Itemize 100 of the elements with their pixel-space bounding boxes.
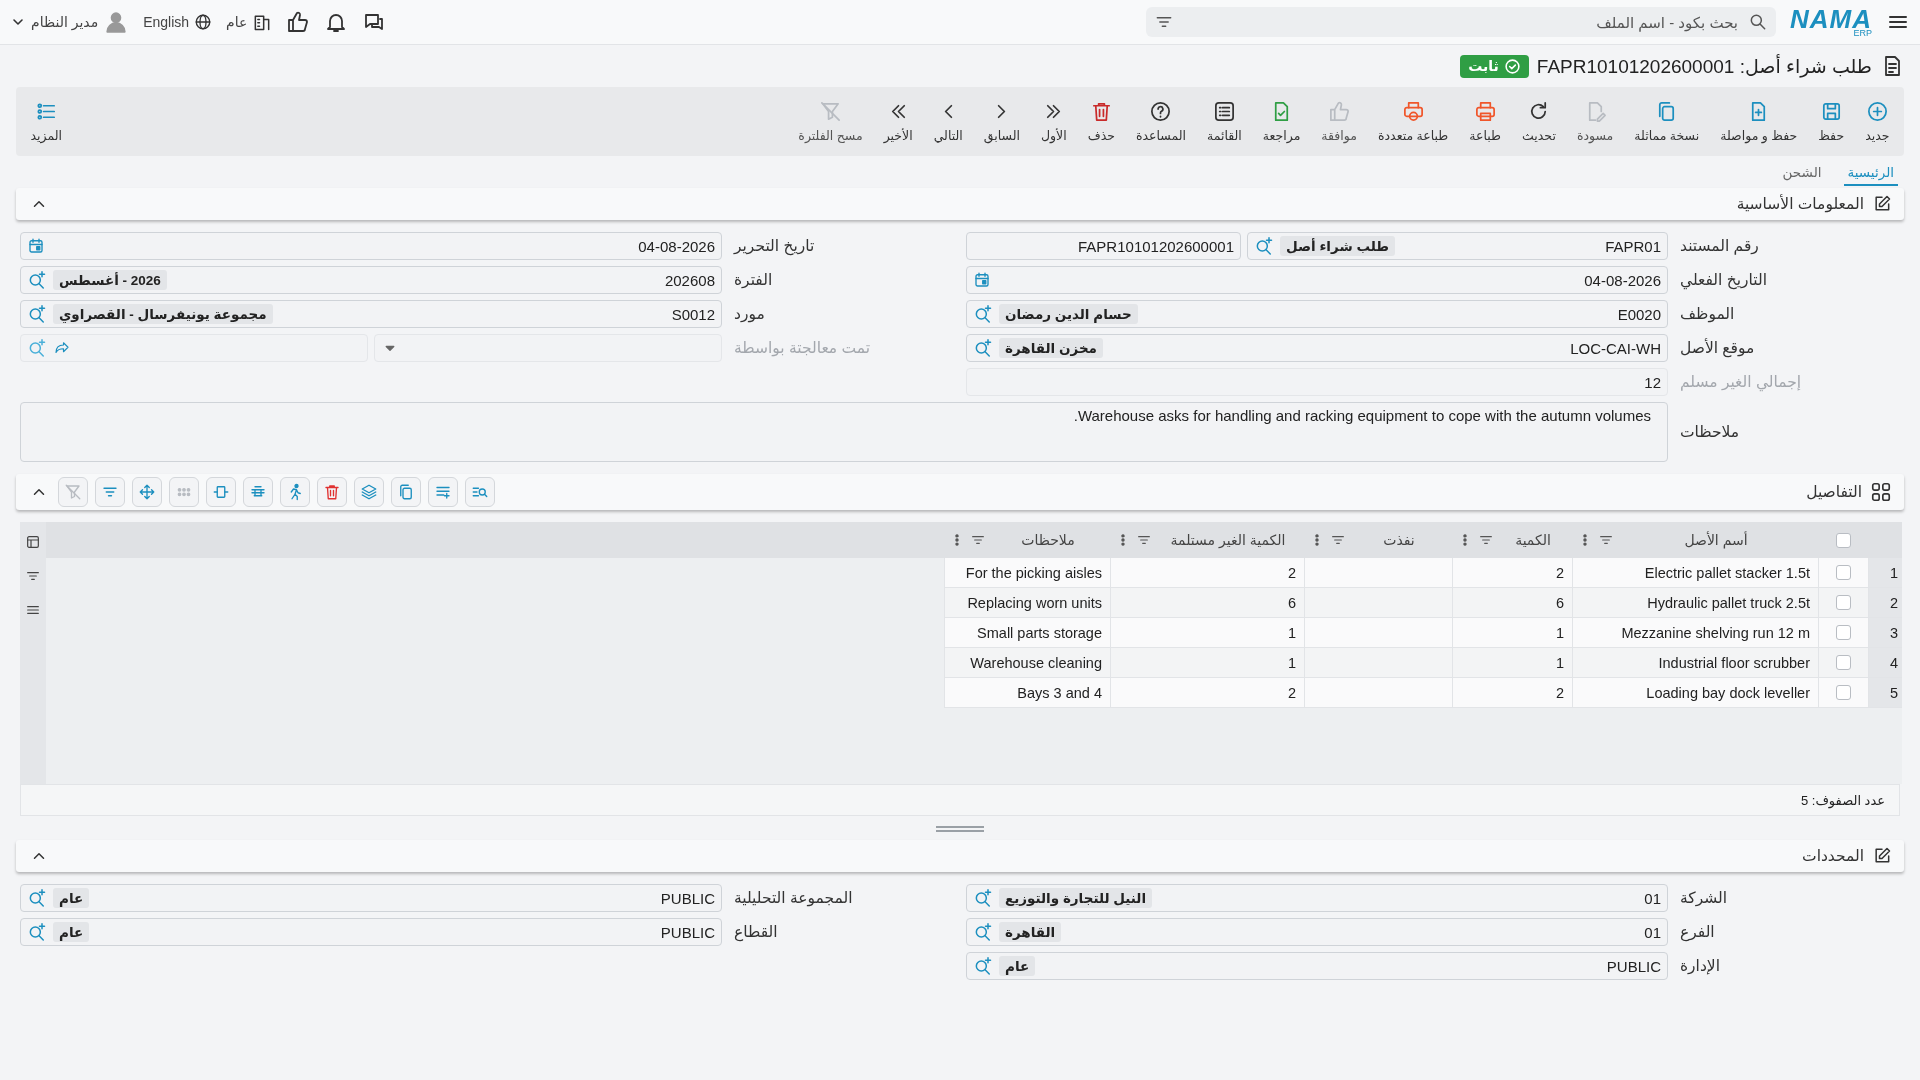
search-plus-icon [27, 888, 47, 908]
column-header[interactable]: نفذت [1304, 522, 1452, 558]
field-label: الشركة [1679, 889, 1729, 907]
checkbox[interactable] [1836, 565, 1851, 580]
filter-off-icon [819, 100, 842, 123]
grid-tool-button[interactable] [280, 477, 310, 507]
lookup-field[interactable] [20, 334, 368, 362]
search-plus-icon [973, 956, 993, 976]
check-circle-icon [1503, 57, 1521, 75]
checkbox[interactable] [1836, 685, 1851, 700]
column-header[interactable]: أسم الأصل [1572, 522, 1818, 558]
more-button[interactable]: المزيد [20, 96, 73, 147]
toolbar-button[interactable]: تحديث [1511, 96, 1567, 147]
edit-icon [1872, 194, 1892, 214]
resize-handle[interactable] [936, 826, 984, 832]
name-chip: عام [53, 922, 90, 942]
search-plus-icon [973, 338, 993, 358]
row-number: 2 [1868, 588, 1902, 618]
toolbar-button[interactable]: جديد [1854, 96, 1900, 147]
search-plus-icon [973, 304, 993, 324]
toolbar-button[interactable]: حذف [1077, 96, 1126, 147]
field-label: موقع الأصل [1679, 339, 1756, 357]
table-icon [25, 534, 41, 550]
grid-tool-button[interactable] [428, 477, 458, 507]
user-menu[interactable]: مدير النظام [10, 9, 130, 35]
list-icon [1212, 100, 1236, 123]
name-chip: 2026 - أغسطس [53, 270, 167, 290]
toolbar-button[interactable]: السابق [973, 96, 1031, 147]
checkbox[interactable] [1836, 625, 1851, 640]
toolbar-button[interactable]: طباعة متعددة [1367, 96, 1459, 147]
scope-button[interactable]: عام [226, 12, 273, 32]
row-number: 3 [1868, 618, 1902, 648]
edit-icon [1872, 846, 1892, 866]
number-field[interactable]: FAPR10101202600001 [966, 232, 1241, 260]
layers-icon [360, 483, 378, 501]
grid-tool-button[interactable] [243, 477, 273, 507]
field-label: الإدارة [1679, 957, 1721, 975]
toolbar-button[interactable]: القائمة [1196, 96, 1253, 147]
date-field[interactable]: 04-08-2026 [966, 266, 1668, 294]
grid-tool-button[interactable] [391, 477, 421, 507]
field-label: رقم المستند [1679, 237, 1760, 255]
toolbar-button[interactable]: حفظ [1807, 96, 1855, 147]
column-header[interactable]: الكمية الغير مستلمة [1110, 522, 1304, 558]
toolbar-button[interactable]: المساعدة [1125, 96, 1197, 147]
calendar-icon [973, 271, 991, 289]
notes-field[interactable]: Warehouse asks for handling and racking equipment to cope with the autumn volumes. [20, 402, 1668, 462]
printer-icon [1473, 100, 1497, 123]
column-header[interactable]: الكمية [1452, 522, 1572, 558]
total-field: 12 [966, 368, 1668, 396]
printer-icon [1401, 100, 1425, 123]
search-plus-icon [973, 888, 993, 908]
toolbar-button[interactable]: الأول [1030, 96, 1078, 147]
select-field[interactable] [374, 334, 722, 362]
toolbar-button[interactable]: طباعة [1458, 96, 1512, 147]
grid-tool-button[interactable] [169, 477, 199, 507]
grid-tool-button[interactable] [95, 477, 125, 507]
section-title: المعلومات الأساسية [1736, 195, 1864, 213]
name-chip: عام [999, 956, 1036, 976]
search-plus-icon [27, 304, 47, 324]
language-button[interactable]: English [143, 13, 213, 31]
search-plus-icon [1254, 236, 1274, 256]
like-button[interactable] [286, 10, 311, 34]
column-header[interactable]: ملاحظات [944, 522, 1110, 558]
field-label: إجمالي الغير مسلم [1679, 373, 1803, 391]
tab[interactable]: الشحن [1778, 162, 1826, 186]
toolbar-button[interactable]: الأخير [873, 96, 924, 147]
checkbox[interactable] [1836, 655, 1851, 670]
grid-tool-button[interactable] [206, 477, 236, 507]
toolbar-button[interactable]: حفظ و مواصلة [1709, 96, 1808, 147]
toolbar-button[interactable]: التالي [923, 96, 974, 147]
section-title: المحددات [1802, 847, 1864, 865]
field-label: المجموعة التحليلية [733, 889, 854, 907]
row-count: عدد الصفوف: 5 [1800, 792, 1885, 808]
search-input[interactable]: بحث بكود - اسم الملف [1182, 12, 1740, 32]
date-field[interactable]: 04-08-2026 [20, 232, 722, 260]
field-label: الموظف [1679, 305, 1736, 323]
grid-tool-button[interactable] [465, 477, 495, 507]
table-cell: 2 [1110, 678, 1304, 708]
field-label: تمت معالجتة بواسطة [733, 339, 871, 357]
row-number: 1 [1868, 558, 1902, 588]
search-icon [1748, 12, 1768, 32]
grid-tool-button[interactable] [58, 477, 88, 507]
trash-icon [323, 483, 341, 501]
grid-icon [1870, 481, 1892, 503]
checkbox[interactable] [1836, 595, 1851, 610]
field-label: التاريخ الفعلي [1679, 271, 1768, 289]
name-chip: مجموعة يونيفرسال - القصراوي [53, 304, 273, 324]
search-field[interactable]: بحث بكود - اسم الملف [1146, 7, 1776, 37]
page-title: طلب شراء أصل: FAPR10101202600001 [1536, 54, 1872, 78]
name-chip: طلب شراء أصل [1280, 236, 1395, 256]
grid-tool-button[interactable] [354, 477, 384, 507]
toolbar-button[interactable]: نسخة مماثلة [1623, 96, 1710, 147]
grid-tool-button[interactable] [317, 477, 347, 507]
toolbar-button[interactable]: مراجعة [1252, 96, 1311, 147]
checkbox[interactable] [1835, 532, 1851, 548]
globe-icon [194, 13, 213, 31]
grid-tool-button[interactable] [132, 477, 162, 507]
name-chip: حسام الدين رمضان [999, 304, 1138, 324]
name-chip: مخزن القاهرة [999, 338, 1103, 358]
plus-circle-icon [1865, 100, 1889, 123]
